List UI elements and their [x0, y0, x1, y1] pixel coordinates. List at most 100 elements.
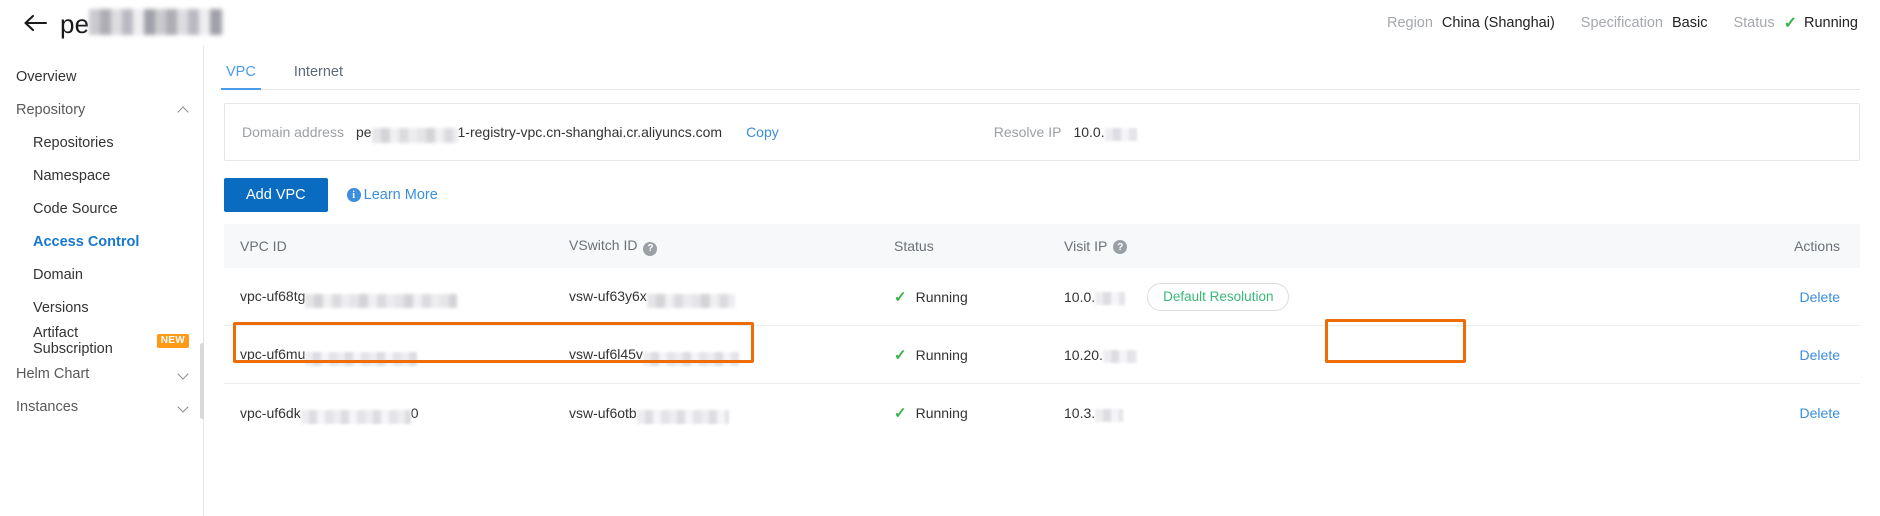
- status-value: Running: [1803, 15, 1858, 31]
- vswitch-id-text: vsw-uf6otb: [569, 404, 637, 421]
- vswitch-id-redacted: [646, 293, 735, 308]
- specification-value: Basic: [1672, 15, 1708, 31]
- tab-vpc[interactable]: VPC: [221, 64, 261, 90]
- vswitch-id-redacted: [642, 351, 739, 366]
- page-title: pe: [60, 7, 224, 40]
- sidebar-item-label: Repositories: [33, 134, 114, 151]
- resolve-ip-label: Resolve IP: [993, 124, 1062, 140]
- sidebar-item-namespace[interactable]: Namespace: [0, 159, 203, 192]
- sidebar-item-domain[interactable]: Domain: [0, 258, 203, 291]
- main-content: VPC Internet Domain address pe 1-registry…: [204, 46, 1880, 516]
- tab-label: VPC: [226, 64, 256, 80]
- default-resolution-button[interactable]: Default Resolution: [1147, 282, 1290, 311]
- add-vpc-button[interactable]: Add VPC: [224, 178, 328, 212]
- cell-vpc-id: vpc-uf68tg: [224, 288, 569, 308]
- sidebar-group-repository[interactable]: Repository: [0, 93, 203, 126]
- help-icon[interactable]: ?: [643, 241, 658, 256]
- vswitch-id-text: vsw-uf6l45v: [569, 346, 643, 363]
- vpc-id-redacted: [305, 351, 418, 366]
- check-icon: ✓: [894, 346, 907, 364]
- check-icon: ✓: [894, 288, 907, 306]
- sidebar-item-label: Domain: [33, 266, 83, 283]
- resolve-ip-group: Resolve IP 10.0.: [993, 124, 1137, 141]
- sidebar-item-label: Versions: [33, 299, 89, 316]
- vpc-table: VPC ID VSwitch ID? Status Visit IP? Acti…: [224, 224, 1860, 442]
- cell-vpc-id: vpc-uf6dk 0: [224, 404, 569, 425]
- vswitch-id-redacted: [636, 410, 729, 425]
- sidebar-item-access-control[interactable]: Access Control: [0, 225, 203, 258]
- tab-bar: VPC Internet: [221, 54, 1860, 90]
- vpc-id-text: vpc-uf6dk: [240, 404, 301, 421]
- sidebar-item-code-source[interactable]: Code Source: [0, 192, 203, 225]
- column-header-actions: Actions: [1794, 238, 1840, 254]
- visit-ip-redacted: [1095, 292, 1126, 305]
- domain-address-suffix: 1-registry-vpc.cn-shanghai.cr.aliyuncs.c…: [457, 124, 723, 140]
- tab-label: Internet: [293, 64, 343, 80]
- domain-address-prefix: pe: [355, 124, 372, 140]
- sidebar-group-helm-chart[interactable]: Helm Chart: [0, 357, 203, 390]
- sidebar-item-label: Access Control: [33, 233, 140, 250]
- sidebar-item-versions[interactable]: Versions: [0, 291, 203, 324]
- delete-button[interactable]: Delete: [1800, 289, 1840, 305]
- visit-ip-text: 10.20.: [1064, 346, 1103, 363]
- status-label: Status: [1733, 15, 1775, 31]
- sidebar-item-artifact-subscription[interactable]: Artifact Subscription NEW: [0, 324, 203, 357]
- sidebar-item-label: Repository: [16, 101, 86, 118]
- vpc-id-redacted: [305, 293, 458, 308]
- page-title-text: pe: [60, 8, 90, 39]
- tab-internet[interactable]: Internet: [292, 64, 345, 89]
- specification-label: Specification: [1580, 15, 1663, 31]
- cell-actions: Delete: [1664, 405, 1860, 421]
- domain-address-redacted: [371, 127, 458, 143]
- info-icon: i: [346, 188, 361, 202]
- column-header-vpc-id: VPC ID: [240, 238, 287, 254]
- status-text: Running: [915, 405, 968, 421]
- app-root: pe Region China (Shanghai) Specification…: [0, 0, 1880, 516]
- top-bar: pe Region China (Shanghai) Specification…: [0, 0, 1880, 46]
- visit-ip-text: 10.0.: [1064, 288, 1096, 305]
- back-arrow-icon[interactable]: [20, 8, 50, 38]
- table-row[interactable]: vpc-uf6dk 0 vsw-uf6otb ✓ Running 10.3. De…: [224, 384, 1860, 442]
- table-header-row: VPC ID VSwitch ID? Status Visit IP? Acti…: [224, 224, 1860, 268]
- domain-address-group: Domain address pe 1-registry-vpc.cn-shang…: [242, 124, 779, 143]
- column-header-status: Status: [894, 238, 934, 254]
- check-icon: ✓: [1783, 15, 1797, 32]
- sidebar-group-instances[interactable]: Instances: [0, 390, 203, 423]
- sidebar-item-repositories[interactable]: Repositories: [0, 126, 203, 159]
- resolve-ip-redacted: [1104, 127, 1137, 141]
- new-badge: NEW: [156, 333, 189, 348]
- cell-visit-ip: 10.3.: [1064, 405, 1664, 422]
- cell-visit-ip: 10.0. Default Resolution: [1064, 282, 1664, 311]
- cell-vpc-id: vpc-uf6mu: [224, 346, 569, 366]
- sidebar-item-overview[interactable]: Overview: [0, 60, 203, 93]
- table-toolbar: Add VPC i Learn More: [224, 178, 438, 212]
- chevron-down-icon: [178, 401, 189, 412]
- resolve-ip-text: 10.0.: [1073, 124, 1105, 140]
- column-header-label: VSwitch ID: [569, 237, 638, 254]
- chevron-down-icon: [178, 368, 189, 379]
- cell-status: ✓ Running: [894, 404, 1064, 422]
- sidebar-item-label: Helm Chart: [16, 365, 90, 382]
- visit-ip-redacted: [1095, 408, 1124, 422]
- delete-button[interactable]: Delete: [1800, 405, 1840, 421]
- cell-status: ✓ Running: [894, 346, 1064, 364]
- learn-more-link[interactable]: i Learn More: [346, 187, 438, 203]
- help-icon[interactable]: ?: [1113, 240, 1128, 254]
- sidebar-item-label: Code Source: [33, 200, 118, 217]
- table-row[interactable]: vpc-uf68tg vsw-uf63y6x ✓ Running 10.0. D…: [224, 268, 1860, 326]
- domain-info-panel: Domain address pe 1-registry-vpc.cn-shang…: [224, 103, 1860, 161]
- copy-button[interactable]: Copy: [746, 124, 779, 140]
- cell-status: ✓ Running: [894, 288, 1064, 306]
- chevron-up-icon: [178, 104, 189, 115]
- delete-button[interactable]: Delete: [1800, 347, 1840, 363]
- column-header-label: Visit IP: [1064, 238, 1108, 254]
- table-row[interactable]: vpc-uf6mu vsw-uf6l45v ✓ Running 10.20. D…: [224, 326, 1860, 384]
- check-icon: ✓: [894, 405, 907, 422]
- status-text: Running: [915, 288, 968, 305]
- vpc-id-text: vpc-uf6mu: [240, 346, 306, 363]
- column-header-vswitch-id: VSwitch ID?: [569, 237, 894, 256]
- sidebar-item-label: Artifact Subscription: [33, 324, 113, 357]
- page-title-redacted: [89, 8, 224, 35]
- vpc-id-tail: 0: [410, 404, 419, 421]
- cell-actions: Delete: [1664, 347, 1860, 363]
